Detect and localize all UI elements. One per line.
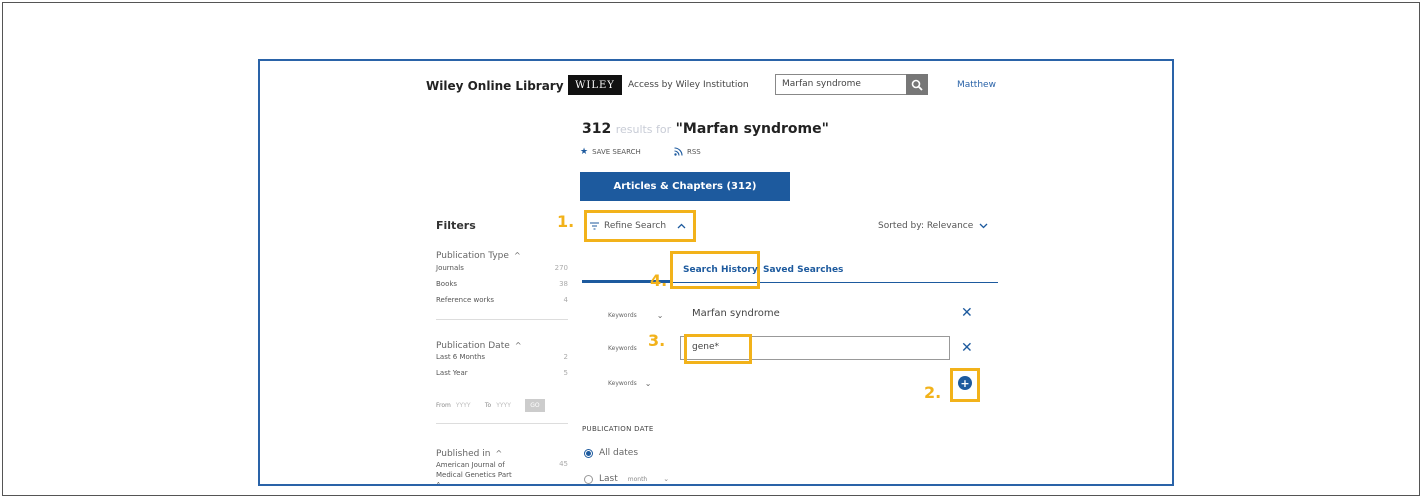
published-in-label: Published in bbox=[436, 449, 491, 459]
star-icon: ★ bbox=[580, 147, 589, 157]
results-count: 312 bbox=[582, 121, 612, 137]
save-search-link[interactable]: ★ SAVE SEARCH bbox=[580, 147, 641, 157]
sort-dropdown[interactable]: Sorted by: Relevance bbox=[878, 221, 988, 231]
results-label: results for bbox=[615, 123, 672, 136]
chevron-down-icon: ⌄ bbox=[656, 311, 664, 320]
brand-title[interactable]: Wiley Online Library bbox=[426, 79, 564, 93]
add-row-button[interactable]: + bbox=[958, 376, 972, 390]
publication-date-heading: PUBLICATION DATE bbox=[582, 425, 654, 433]
filter-icon bbox=[590, 222, 599, 230]
refine-search-label: Refine Search bbox=[604, 221, 667, 231]
list-item[interactable]: American Journal of Medical Genetics Par… bbox=[436, 460, 568, 484]
chevron-up-icon: ^ bbox=[514, 341, 522, 350]
radio-unselected-icon bbox=[584, 474, 593, 484]
divider bbox=[436, 423, 568, 424]
results-heading: 312 results for "Marfan syndrome" bbox=[582, 121, 829, 137]
tab-saved-searches[interactable]: Saved Searches bbox=[763, 265, 843, 275]
wiley-logo[interactable]: WILEY bbox=[568, 75, 622, 95]
publication-date-list: Last 6 Months 2 Last Year 5 bbox=[436, 353, 568, 385]
plus-icon: + bbox=[960, 376, 970, 390]
search-input[interactable]: Marfan syndrome bbox=[775, 74, 907, 95]
remove-row-button[interactable]: ✕ bbox=[961, 340, 973, 356]
list-item[interactable]: Last 6 Months 2 bbox=[436, 353, 568, 369]
annotation-2: 2. bbox=[924, 383, 942, 402]
last-unit-select[interactable]: month bbox=[628, 476, 647, 483]
chevron-up-icon: ^ bbox=[514, 251, 521, 260]
radio-selected-icon bbox=[584, 448, 593, 458]
tab-articles-chapters[interactable]: Articles & Chapters (312) bbox=[580, 172, 790, 201]
chevron-up-icon: ^ bbox=[495, 449, 503, 458]
list-item[interactable]: Reference works 4 bbox=[436, 296, 568, 312]
radio-all-dates[interactable]: All dates bbox=[584, 448, 638, 458]
divider bbox=[436, 319, 568, 320]
chevron-down-icon: ⌄ bbox=[644, 379, 652, 388]
annotation-3: 3. bbox=[648, 331, 666, 350]
field-select[interactable]: Keywords ⌄ bbox=[608, 379, 651, 388]
search-button[interactable] bbox=[906, 74, 928, 95]
close-icon: ✕ bbox=[961, 305, 973, 321]
filters-heading: Filters bbox=[436, 219, 476, 232]
to-label: To bbox=[484, 402, 492, 409]
date-go-button[interactable]: GO bbox=[525, 399, 545, 412]
rss-icon bbox=[674, 147, 683, 156]
sort-label: Sorted by: Relevance bbox=[878, 221, 974, 231]
rss-link[interactable]: RSS bbox=[674, 147, 701, 156]
list-item[interactable]: Books 38 bbox=[436, 280, 568, 296]
institution-access: Access by Wiley Institution bbox=[628, 80, 749, 90]
keyword-input[interactable]: gene* bbox=[692, 342, 719, 352]
close-icon: ✕ bbox=[961, 340, 973, 356]
filter-published-in[interactable]: Published in ^ bbox=[436, 441, 502, 460]
to-year-input[interactable]: YYYY bbox=[496, 402, 520, 409]
annotation-1: 1. bbox=[557, 212, 575, 231]
keyword-value-1[interactable]: Marfan syndrome bbox=[692, 308, 780, 319]
filter-publication-type[interactable]: Publication Type ^ bbox=[436, 243, 521, 262]
filter-publication-date[interactable]: Publication Date ^ bbox=[436, 333, 522, 352]
from-label: From bbox=[436, 402, 451, 409]
publication-date-label: Publication Date bbox=[436, 341, 510, 351]
rss-label: RSS bbox=[687, 147, 701, 156]
chevron-up-icon bbox=[677, 223, 686, 229]
publication-type-label: Publication Type bbox=[436, 251, 509, 261]
annotation-4: 4. bbox=[650, 271, 668, 290]
date-range-row: From YYYY To YYYY GO bbox=[436, 399, 545, 412]
from-year-input[interactable]: YYYY bbox=[456, 402, 480, 409]
chevron-down-icon bbox=[979, 223, 988, 229]
refine-search-toggle[interactable]: Refine Search bbox=[590, 221, 686, 231]
remove-row-button[interactable]: ✕ bbox=[961, 305, 973, 321]
tab-search-history[interactable]: Search History bbox=[683, 265, 758, 275]
publication-type-list: Journals 270 Books 38 Reference works 4 bbox=[436, 264, 568, 312]
radio-last[interactable]: Last month ⌄ bbox=[584, 474, 669, 484]
results-query: "Marfan syndrome" bbox=[675, 121, 829, 137]
screenshot-frame: Wiley Online Library WILEY Access by Wil… bbox=[258, 59, 1174, 486]
list-item[interactable]: Last Year 5 bbox=[436, 369, 568, 385]
field-select[interactable]: Keywords ⌄ bbox=[608, 311, 663, 320]
save-search-label: SAVE SEARCH bbox=[592, 148, 641, 156]
chevron-down-icon: ⌄ bbox=[663, 475, 670, 483]
user-name-link[interactable]: Matthew bbox=[957, 80, 996, 90]
field-select[interactable]: Keywords bbox=[608, 345, 637, 352]
search-icon bbox=[911, 79, 923, 91]
list-item[interactable]: Journals 270 bbox=[436, 264, 568, 280]
